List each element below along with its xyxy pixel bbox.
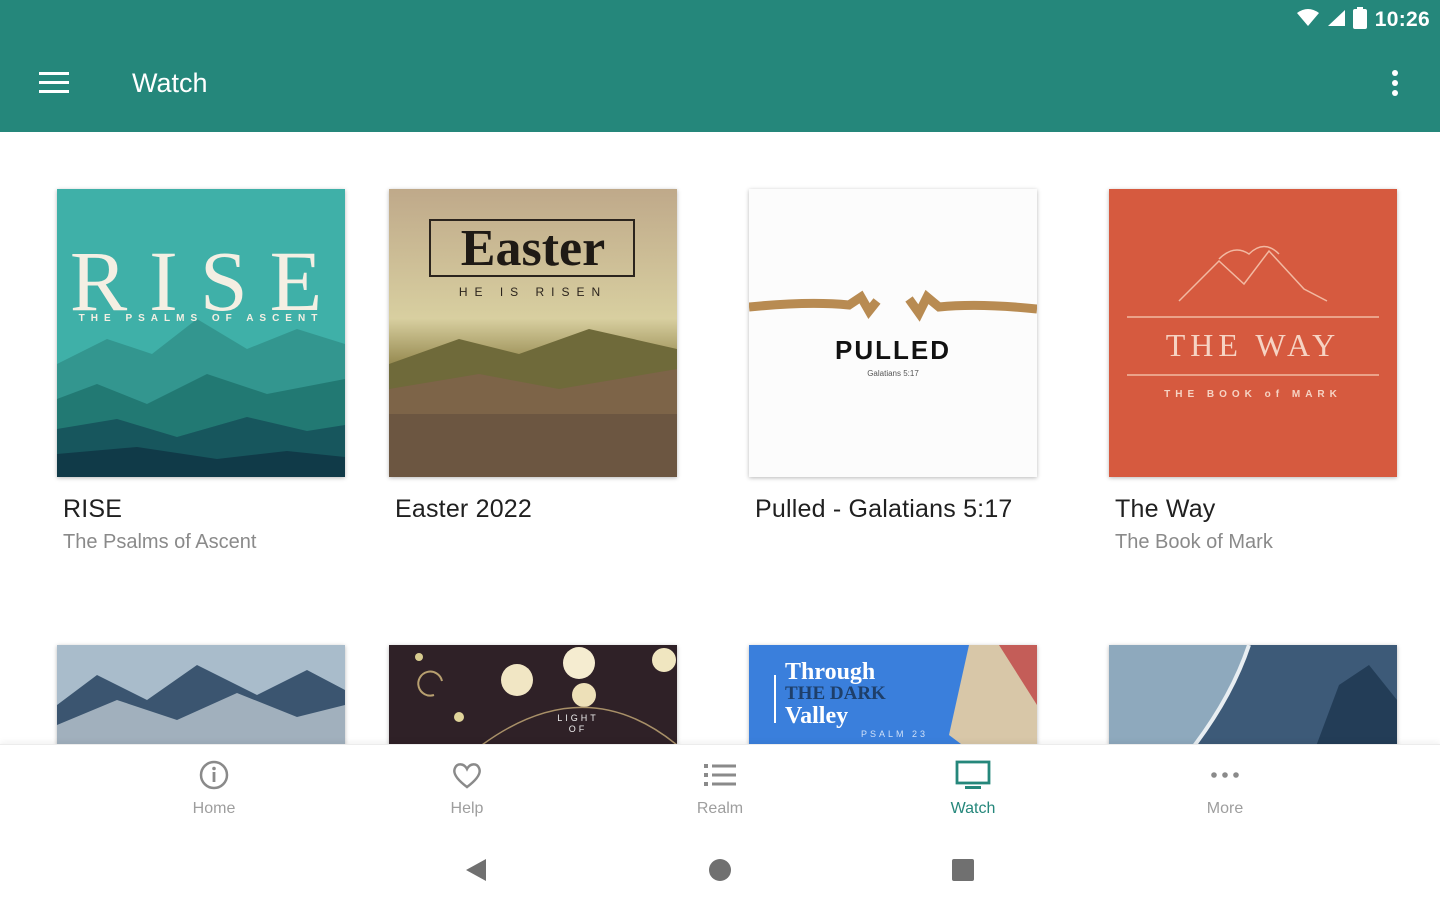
series-card-the-way[interactable]: THE WAY THE BOOK of MARK The Way The Boo… [1109,189,1409,569]
more-horiz-icon [1209,759,1241,796]
more-vert-icon [1392,69,1398,101]
series-title: The Way [1115,495,1216,523]
artwork-title-text: THE WAY [1165,327,1341,363]
series-card-easter-2022[interactable]: Easter HE IS RISEN Easter 2022 [389,189,689,569]
series-grid: RISE THE PSALMS OF ASCENT RISE The Psalm… [0,132,1440,744]
artwork-line: OF [568,724,588,734]
artwork-title-text: Through THE DARK Valley [785,659,886,729]
series-card-through-the-dark-valley[interactable]: Through THE DARK Valley PSALM 23 [749,645,1037,744]
artwork-line: Through [785,659,876,685]
nav-realm[interactable]: Realm [640,745,800,837]
list-icon [703,759,737,796]
overflow-menu-button[interactable] [1380,64,1410,106]
artwork-title-text: Easter [460,220,606,277]
status-bar: 10:26 [1296,6,1430,34]
status-time: 10:26 [1374,8,1430,31]
nav-label: Help [450,800,484,817]
heart-icon [451,759,483,796]
series-subtitle: The Psalms of Ascent [63,531,257,553]
wifi-icon [1296,8,1319,32]
series-title: RISE [63,495,123,523]
artwork-title-text: PULLED [835,335,951,365]
series-subtitle: The Book of Mark [1115,531,1273,553]
menu-button[interactable] [30,64,78,106]
artwork-subtitle-text: THE BOOK of MARK [1164,389,1342,400]
series-artwork [57,645,345,744]
tv-icon [955,759,991,796]
bottom-navigation: Home Help Realm Watch More [0,744,1440,836]
info-circle-icon [198,759,230,796]
artwork-subtitle-text: THE PSALMS OF ASCENT [78,313,324,324]
series-title: Easter 2022 [395,495,533,523]
series-artwork: THE WAY THE BOOK of MARK [1109,189,1397,477]
series-artwork: LIGHT OF [389,645,677,744]
series-artwork [1109,645,1397,744]
nav-watch[interactable]: Watch [893,745,1053,837]
nav-home[interactable]: Home [134,745,294,837]
series-artwork: PULLED Galatians 5:17 [749,189,1037,477]
signal-icon [1327,9,1345,32]
page-title: Watch [132,68,208,98]
nav-more[interactable]: More [1145,745,1305,837]
artwork-line: Valley [785,703,849,729]
series-card-partial-2[interactable]: LIGHT OF [389,645,677,744]
artwork-line: THE DARK [785,683,886,704]
recents-square-icon [951,858,975,887]
artwork-subtitle-text: HE IS RISEN [458,285,608,299]
hamburger-menu-icon [39,71,69,99]
series-card-rise[interactable]: RISE THE PSALMS OF ASCENT RISE The Psalm… [57,189,357,569]
system-navigation-bar [0,836,1440,900]
series-card-partial-1[interactable] [57,645,345,744]
artwork-subtitle-text: PSALM 23 [861,729,929,739]
system-home-button[interactable] [700,852,740,892]
series-title: Pulled - Galatians 5:17 [755,495,1013,523]
home-circle-icon [708,858,732,887]
artwork-subtitle-text: Galatians 5:17 [867,369,919,378]
series-card-partial-4[interactable] [1109,645,1397,744]
artwork-title-text: LIGHT OF [434,713,677,735]
nav-label: Home [192,800,236,817]
system-recents-button[interactable] [943,852,983,892]
series-artwork: RISE THE PSALMS OF ASCENT [57,189,345,477]
series-artwork: Through THE DARK Valley PSALM 23 [749,645,1037,744]
app-bar: 10:26 Watch [0,0,1440,132]
series-card-pulled[interactable]: PULLED Galatians 5:17 Pulled - Galatians… [749,189,1049,569]
nav-help[interactable]: Help [387,745,547,837]
back-triangle-icon [464,857,488,888]
series-artwork: Easter HE IS RISEN [389,189,677,477]
system-back-button[interactable] [456,852,496,892]
artwork-line: LIGHT [557,713,599,723]
nav-label: Realm [696,800,744,817]
nav-label: Watch [950,800,996,817]
battery-icon [1352,6,1367,34]
nav-label: More [1206,800,1244,817]
